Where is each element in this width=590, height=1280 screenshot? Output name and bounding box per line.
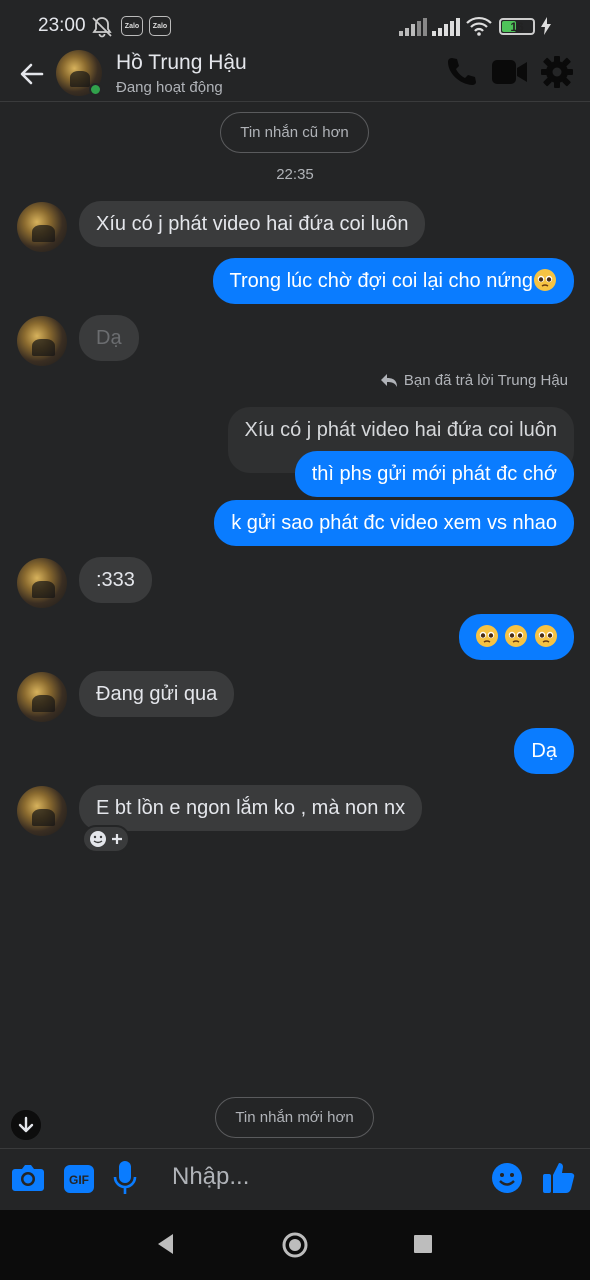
system-navigation-bar [0, 1210, 590, 1280]
pleading-face-emoji-icon [505, 625, 528, 647]
message-text: k gửi sao phát đc video xem vs nhao [231, 512, 557, 534]
incoming-message[interactable]: Đang gửi qua [79, 671, 235, 717]
outgoing-message[interactable]: Trong lúc chờ đợi coi lại cho nứng [212, 258, 574, 304]
sender-avatar [17, 558, 67, 608]
wifi-icon [466, 16, 492, 36]
nav-home-icon[interactable] [281, 1231, 309, 1259]
reply-label-text: Bạn đã trả lời Trung Hậu [403, 372, 568, 389]
message-text: Dạ [531, 740, 557, 762]
zalo-notification-icon: Zalo [149, 16, 171, 36]
pleading-face-emoji-icon [534, 269, 556, 291]
thumbs-up-icon[interactable] [542, 1160, 576, 1194]
microphone-icon[interactable] [113, 1161, 137, 1195]
back-arrow-icon[interactable] [16, 58, 48, 90]
signal-icon [399, 18, 427, 36]
reply-arrow-icon [380, 373, 397, 387]
battery-indicator: 16 [499, 18, 535, 35]
outgoing-message[interactable]: Dạ [514, 728, 574, 774]
gif-icon[interactable]: GIF [64, 1165, 94, 1193]
message-text: Đang gửi qua [96, 683, 218, 705]
message-timestamp: 22:35 [276, 166, 314, 183]
online-status-dot [89, 83, 102, 96]
emoji-picker-icon[interactable] [491, 1162, 523, 1194]
status-time: 23:00 [38, 15, 86, 36]
incoming-message[interactable]: Dạ [79, 315, 139, 361]
reply-indicator: Bạn đã trả lời Trung Hậu [380, 372, 568, 389]
incoming-message[interactable]: :333 [79, 557, 152, 603]
outgoing-message[interactable] [458, 614, 574, 660]
pleading-face-emoji-icon [535, 625, 557, 647]
contact-name[interactable]: Hồ Trung Hậu [116, 51, 247, 75]
nav-back-icon[interactable] [155, 1232, 175, 1256]
quoted-text: Xíu có j phát video hai đứa coi luôn [244, 419, 557, 441]
smiley-icon [90, 831, 106, 847]
plus-icon [112, 834, 122, 844]
settings-gear-icon[interactable] [540, 55, 574, 89]
sender-avatar [17, 786, 67, 836]
pleading-face-emoji-icon [475, 625, 498, 647]
status-bar: 23:00 Zalo Zalo 16 [0, 0, 590, 50]
newer-messages-button[interactable]: Tin nhắn mới hơn [215, 1097, 374, 1138]
scroll-down-icon[interactable] [11, 1110, 41, 1140]
message-input[interactable]: Nhập... [172, 1163, 249, 1191]
outgoing-message[interactable]: k gửi sao phát đc video xem vs nhao [214, 500, 574, 546]
signal-icon [432, 18, 460, 36]
conversation-header: Hồ Trung Hậu Đang hoạt động [0, 50, 590, 102]
older-messages-button[interactable]: Tin nhắn cũ hơn [220, 112, 369, 153]
phone-call-icon[interactable] [445, 55, 477, 87]
contact-status: Đang hoạt động [116, 79, 223, 96]
nav-recents-icon[interactable] [414, 1235, 432, 1253]
sender-avatar [17, 202, 67, 252]
message-text: Trong lúc chờ đợi coi lại cho nứng [229, 270, 533, 292]
incoming-message[interactable]: Xíu có j phát video hai đứa coi luôn [79, 201, 426, 247]
message-text: E bt lồn e ngon lắm ko , mà non nx [96, 797, 406, 819]
message-text: thì phs gửi mới phát đc chớ [311, 463, 557, 485]
charging-icon [541, 17, 551, 35]
message-text: Dạ [96, 327, 122, 349]
incoming-message[interactable]: E bt lồn e ngon lắm ko , mà non nx [79, 785, 423, 831]
outgoing-message[interactable]: thì phs gửi mới phát đc chớ [294, 451, 574, 497]
sender-avatar [17, 672, 67, 722]
camera-icon[interactable] [11, 1163, 45, 1193]
video-call-icon[interactable] [492, 58, 528, 86]
muted-bell-icon [92, 17, 112, 38]
zalo-notification-icon: Zalo [121, 16, 143, 36]
message-composer: GIF Nhập... [0, 1148, 590, 1210]
sender-avatar [17, 316, 67, 366]
add-reaction-button[interactable] [82, 825, 130, 853]
svg-text:GIF: GIF [69, 1173, 89, 1187]
message-text: Xíu có j phát video hai đứa coi luôn [96, 213, 409, 235]
message-text: :333 [96, 569, 135, 591]
